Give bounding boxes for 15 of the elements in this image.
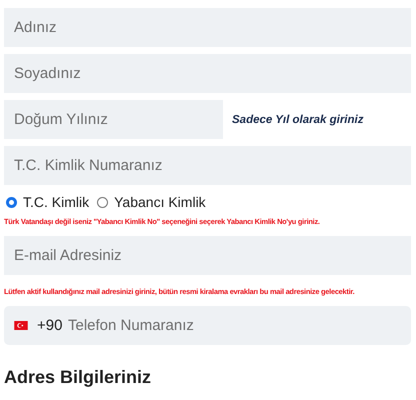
input-field[interactable]: T.C. Kimlik Numaranız <box>4 146 411 185</box>
hint-text: Sadece Yıl olarak giriniz <box>232 114 364 126</box>
input-field[interactable]: Adınız <box>4 8 411 47</box>
radio-option[interactable]: T.C. Kimlik <box>6 194 90 210</box>
radio-icon[interactable] <box>97 196 108 208</box>
country-code: +90 <box>37 317 62 334</box>
input-field[interactable]: Soyadınız <box>4 54 411 93</box>
radio-label: T.C. Kimlik <box>23 194 90 210</box>
input-field[interactable]: E-mail Adresiniz <box>4 236 411 275</box>
flag-icon <box>14 321 28 330</box>
radio-icon[interactable] <box>6 196 17 208</box>
radio-label: Yabancı Kimlik <box>114 194 206 210</box>
input-field[interactable]: Doğum Yılınız <box>4 100 223 139</box>
section-heading: Adres Bilgileriniz <box>4 367 152 388</box>
radio-option[interactable]: Yabancı Kimlik <box>97 194 206 210</box>
